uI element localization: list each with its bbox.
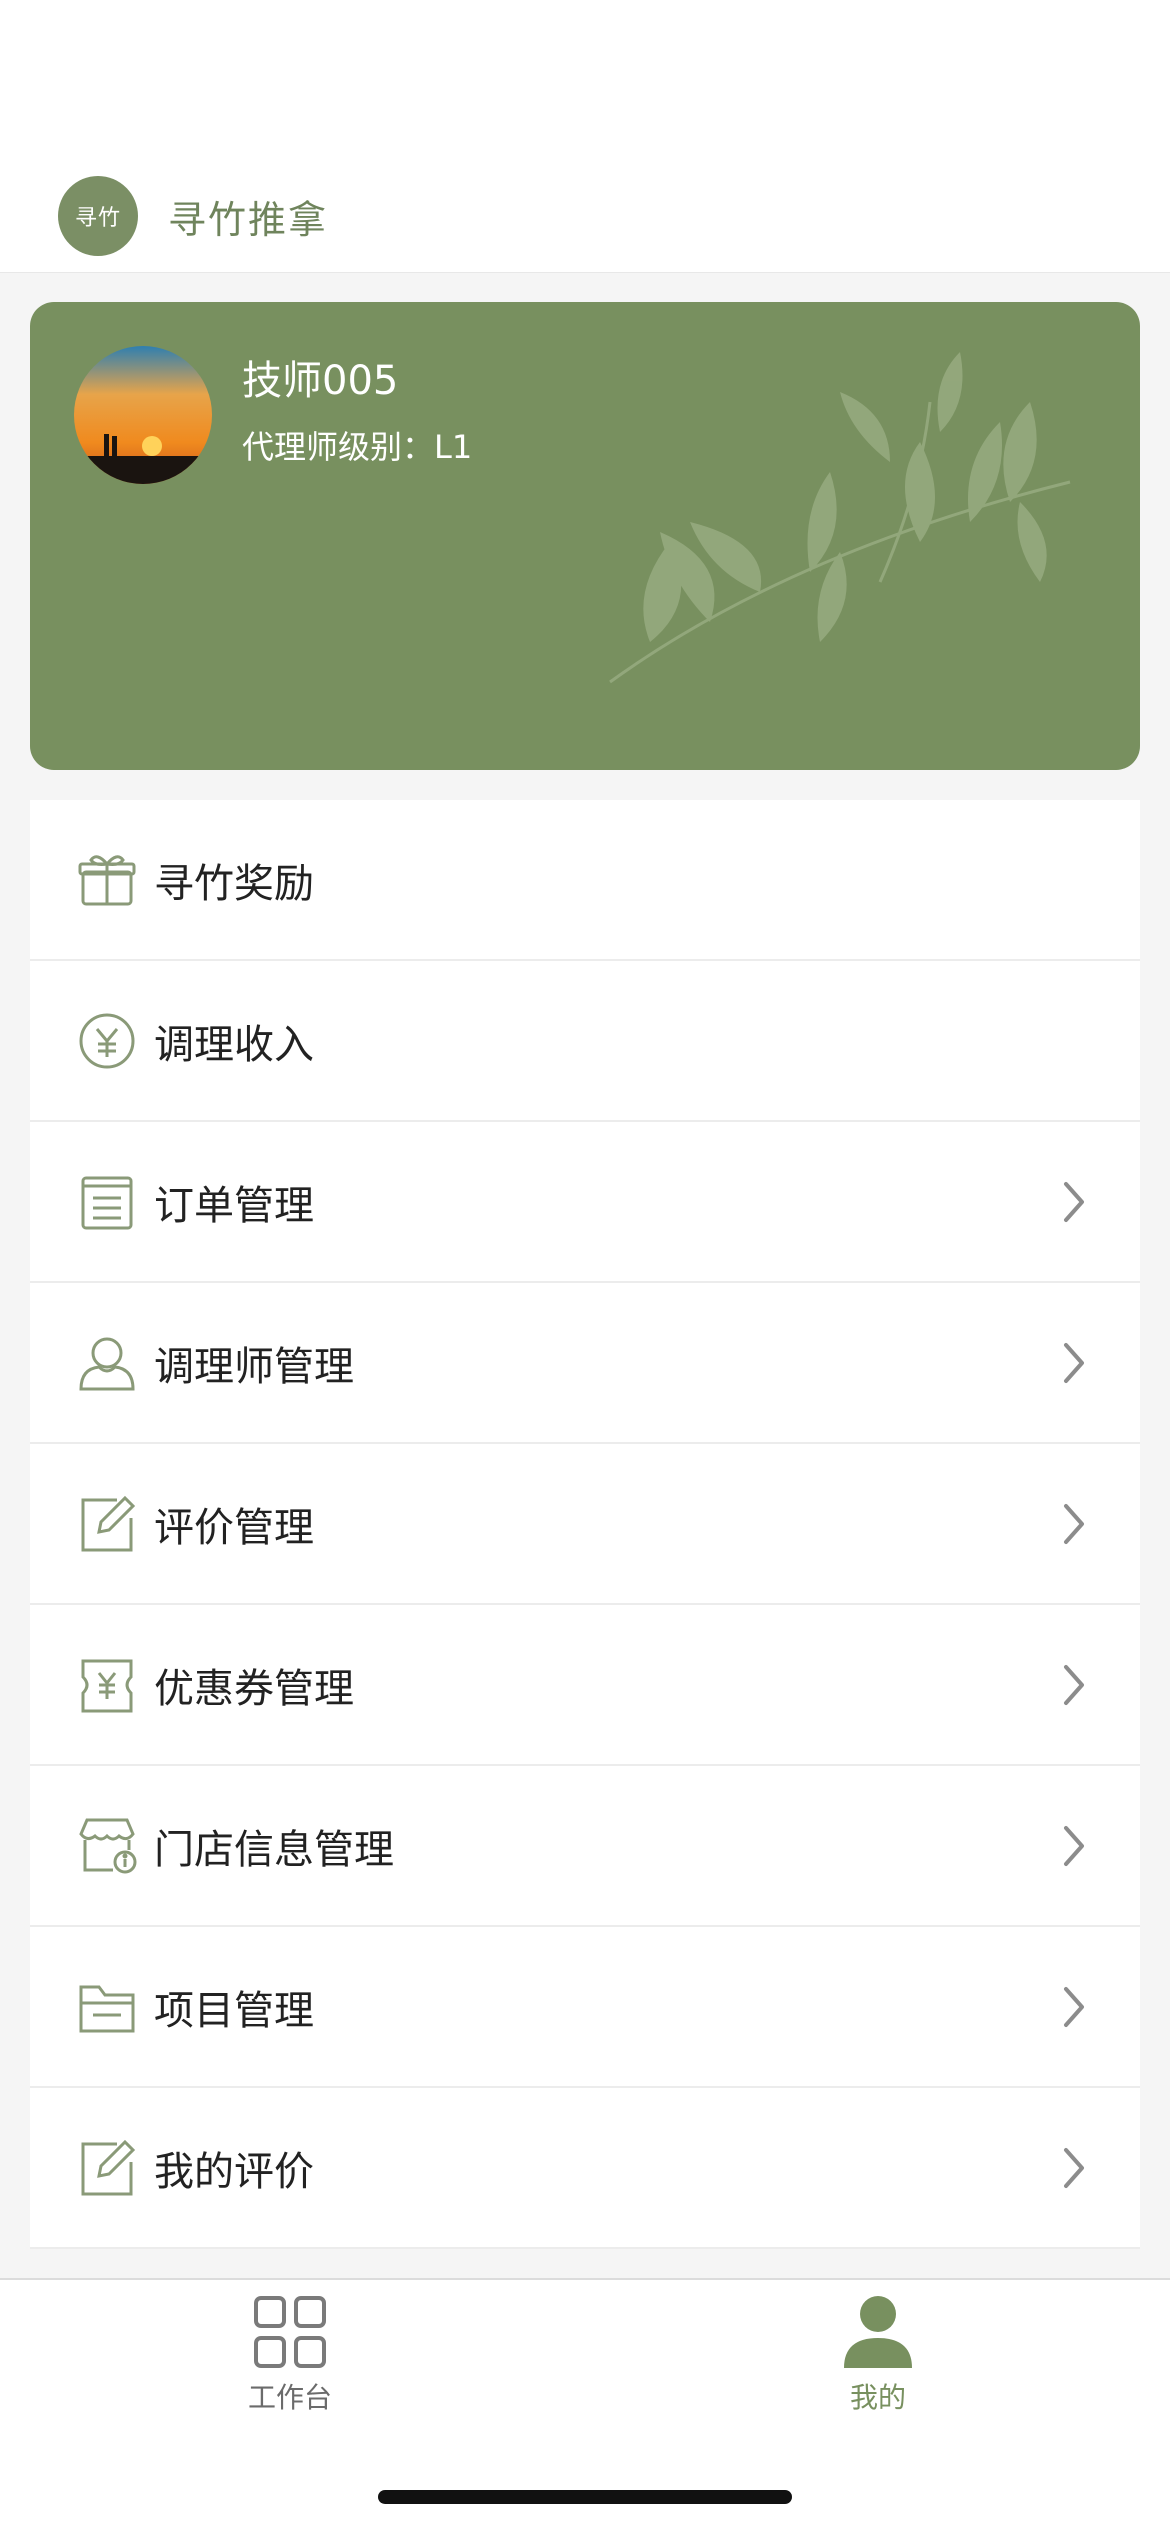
menu-item-therapists[interactable]: 调理师管理 (30, 1283, 1140, 1444)
menu-label: 门店信息管理 (154, 1826, 394, 1873)
menu-list: 寻竹奖励 调理收入 订单管理 调理师管理 评价管理 优惠券管理 门店信息管理 项… (30, 800, 1140, 2249)
menu-item-income[interactable]: 调理收入 (30, 961, 1140, 1122)
app-header: 寻竹 寻竹推拿 (0, 160, 1170, 273)
menu-item-store-info[interactable]: 门店信息管理 (30, 1766, 1140, 1927)
tab-mine[interactable]: 我的 (778, 2294, 978, 2416)
chevron-right-icon (1064, 1181, 1084, 1222)
tab-workbench[interactable]: 工作台 (190, 2294, 390, 2416)
bamboo-decoration (609, 352, 1071, 684)
menu-item-orders[interactable]: 订单管理 (30, 1122, 1140, 1283)
menu-label: 调理收入 (154, 1021, 314, 1068)
app-logo: 寻竹 (58, 176, 138, 256)
menu-item-projects[interactable]: 项目管理 (30, 1927, 1140, 2088)
chevron-right-icon (1064, 1986, 1084, 2027)
chevron-right-icon (1064, 1664, 1084, 1705)
profile-level: 代理师级别：L1 (242, 428, 473, 466)
tab-label: 我的 (849, 2381, 906, 2414)
menu-item-my-reviews[interactable]: 我的评价 (30, 2088, 1140, 2249)
app-name: 寻竹推拿 (168, 197, 329, 242)
folder-icon (74, 1974, 140, 2040)
gift-icon (74, 847, 140, 913)
edit-icon (74, 1491, 140, 1557)
menu-label: 评价管理 (154, 1504, 314, 1551)
menu-item-reviews-management[interactable]: 评价管理 (30, 1444, 1140, 1605)
chevron-right-icon (1064, 1342, 1084, 1383)
menu-label: 我的评价 (154, 2148, 314, 2195)
chevron-right-icon (1064, 1503, 1084, 1544)
menu-item-coupons[interactable]: 优惠券管理 (30, 1605, 1140, 1766)
menu-item-rewards[interactable]: 寻竹奖励 (30, 800, 1140, 961)
menu-label: 项目管理 (154, 1987, 314, 2034)
user-icon (74, 1330, 140, 1396)
chevron-right-icon (1064, 2147, 1084, 2188)
menu-label: 调理师管理 (154, 1343, 354, 1390)
grid-icon (254, 2296, 326, 2368)
status-bar-area (0, 0, 1170, 160)
home-indicator (378, 2490, 792, 2504)
profile-name: 技师005 (242, 358, 399, 404)
menu-label: 订单管理 (154, 1182, 314, 1229)
notepad-icon (74, 1169, 140, 1235)
avatar[interactable] (74, 346, 212, 484)
edit-icon (74, 2135, 140, 2201)
person-icon (844, 2296, 912, 2368)
store-info-icon (74, 1813, 140, 1879)
coupon-icon (74, 1652, 140, 1718)
tab-label: 工作台 (247, 2381, 332, 2414)
yen-coin-icon (74, 1008, 140, 1074)
profile-card: 技师005 代理师级别：L1 (30, 302, 1140, 770)
menu-label: 寻竹奖励 (154, 860, 314, 907)
menu-label: 优惠券管理 (154, 1665, 354, 1712)
chevron-right-icon (1064, 1825, 1084, 1866)
